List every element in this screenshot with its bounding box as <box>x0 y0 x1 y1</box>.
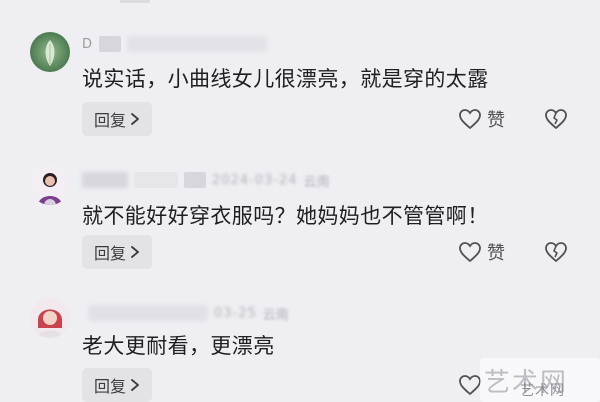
comment-text: 老大更耐看，更漂亮 <box>82 334 275 358</box>
redaction-block <box>184 172 206 188</box>
like-button[interactable]: 赞 <box>458 235 505 269</box>
like-button[interactable] <box>458 368 482 402</box>
redaction-block <box>98 36 121 52</box>
like-label: 赞 <box>487 110 505 131</box>
redaction-block <box>82 172 128 188</box>
redaction-block <box>134 172 178 188</box>
broken-heart-icon <box>545 109 567 130</box>
comment-location: 云南 <box>303 174 330 190</box>
redaction-block <box>126 36 267 52</box>
comment-meta: 2024-03-24 云南 <box>82 170 330 190</box>
chevron-right-icon <box>131 379 139 391</box>
watermark-sub: 艺术网 <box>520 383 565 399</box>
reply-button[interactable]: 回复 <box>82 235 152 269</box>
reply-label: 回复 <box>93 377 126 396</box>
reply-button[interactable]: 回复 <box>82 102 152 136</box>
redaction-block <box>88 305 208 321</box>
dislike-button[interactable] <box>542 235 570 269</box>
reply-label: 回复 <box>93 244 126 263</box>
dislike-button[interactable] <box>542 102 570 136</box>
avatar[interactable] <box>30 32 70 72</box>
chevron-right-icon <box>131 246 139 258</box>
watermark: 艺术网 艺术网 <box>480 358 600 402</box>
heart-outline-icon <box>459 375 481 396</box>
previous-comment-remnant <box>120 0 150 3</box>
comment-meta: D <box>82 34 267 54</box>
broken-heart-icon <box>545 242 567 263</box>
avatar[interactable] <box>30 165 70 205</box>
comment-location: 云南 <box>262 307 289 323</box>
heart-outline-icon <box>459 242 481 263</box>
comment-text: 说实话，小曲线女儿很漂亮，就是穿的太露 <box>82 67 489 91</box>
reply-button[interactable]: 回复 <box>82 368 152 402</box>
like-label: 赞 <box>487 243 505 264</box>
comment-date: 2024-03-24 <box>212 172 298 188</box>
reply-label: 回复 <box>93 111 126 130</box>
like-button[interactable]: 赞 <box>458 102 505 136</box>
avatar[interactable] <box>30 298 70 338</box>
comment-text: 就不能好好穿衣服吗？她妈妈也不管管啊！ <box>82 204 489 228</box>
heart-outline-icon <box>459 109 481 130</box>
comment-date: 03-25 <box>214 305 257 321</box>
author-name[interactable]: D <box>82 37 93 52</box>
chevron-right-icon <box>131 113 139 125</box>
comment-meta: 03-25 云南 <box>82 303 289 323</box>
